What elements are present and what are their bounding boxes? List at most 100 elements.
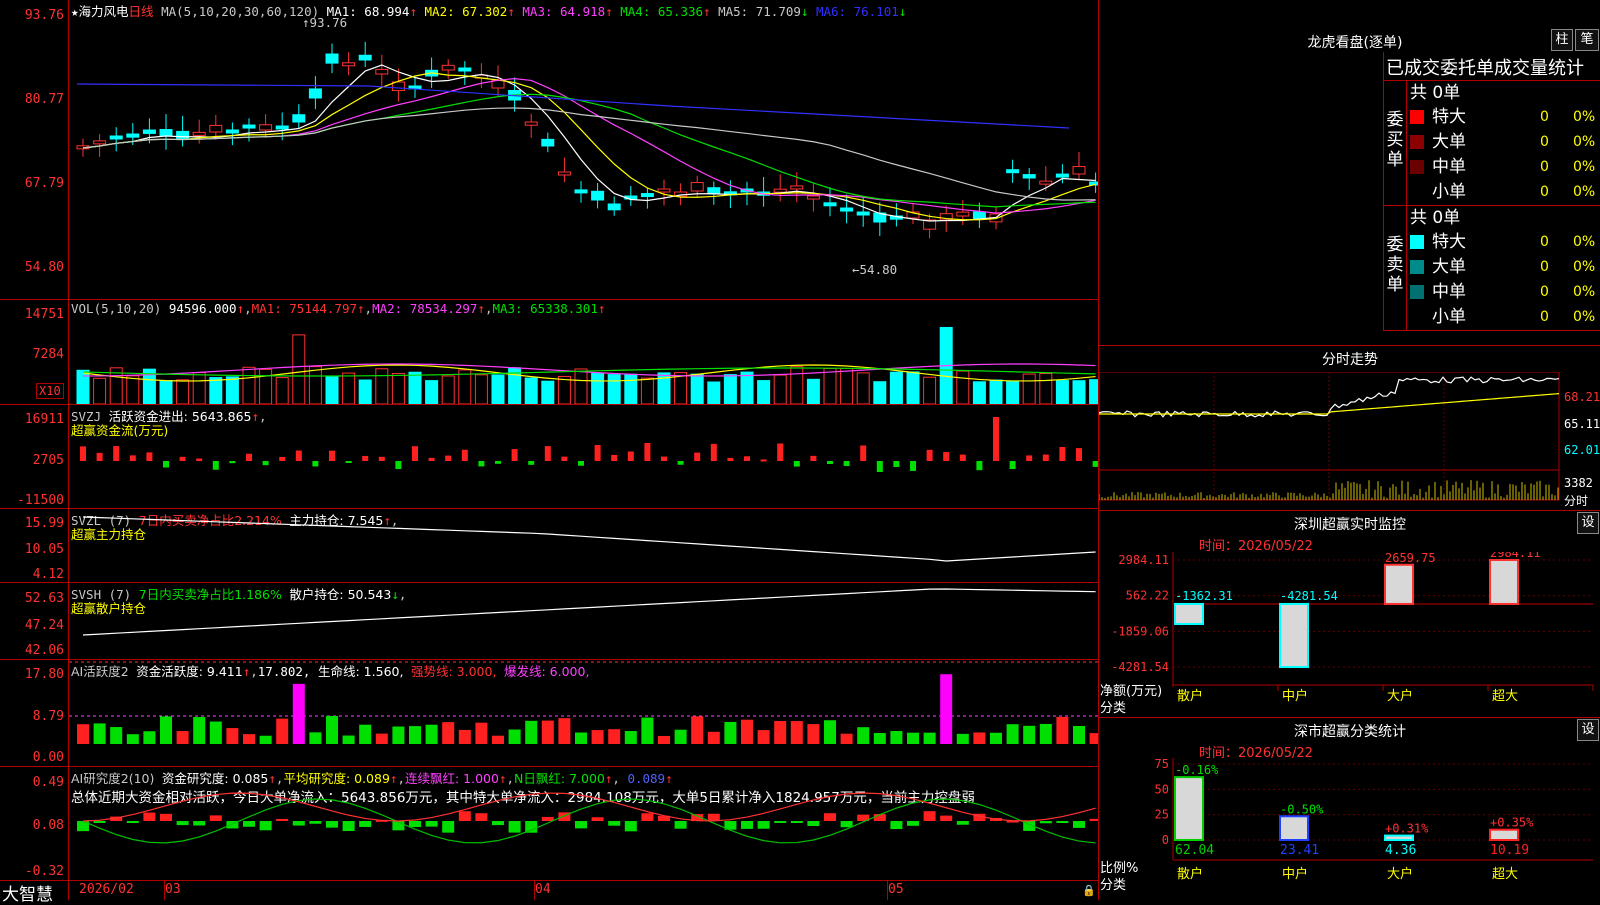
ai-active-bar (492, 735, 504, 744)
ai-research-bar (342, 821, 355, 832)
svzj-bar (710, 443, 717, 461)
monitor-y-tick: -4281.54 (1111, 660, 1169, 674)
candle-body (342, 62, 356, 67)
volume-bar (840, 367, 854, 404)
y-tick: -11500 (17, 493, 64, 508)
ma-arrow: ↑ (507, 4, 515, 19)
monitor-category-label: 大户 (1387, 688, 1413, 704)
ai-active-bar (575, 732, 587, 744)
order-row[interactable]: 大单 0 0% (1410, 130, 1600, 155)
candle-body (690, 182, 704, 192)
ma-indicator-name: MA(5,10,20,30,60,120) (161, 4, 320, 19)
ai-research-bar (1089, 818, 1098, 821)
order-row[interactable]: 大单 0 0% (1410, 255, 1600, 280)
volume-bar (541, 380, 555, 404)
svzj-bar (362, 455, 369, 461)
ai-research-bar (608, 821, 621, 826)
bar-mode-button[interactable]: 柱 (1551, 29, 1573, 51)
candlestick-chart[interactable] (69, 18, 1098, 298)
stock-name[interactable]: 海力风电 (79, 4, 129, 19)
candle-body (441, 64, 455, 71)
ai-research-bar (508, 821, 521, 833)
ai-active-bar (292, 683, 305, 744)
vol-ma-value: MA1: 75144.797 (251, 301, 357, 316)
svzj-bar (461, 449, 468, 461)
classify-change-label: -0.50% (1280, 802, 1324, 816)
ai-research-bar (292, 821, 305, 826)
svzj-bar (744, 456, 750, 461)
y-tick: 17.80 (24, 667, 64, 682)
volume-bar (690, 373, 704, 404)
order-label: 特大 (1432, 232, 1466, 252)
ai-research-bar (807, 821, 820, 826)
candle-body (707, 187, 721, 195)
classify-category-label: 散户 (1177, 866, 1203, 882)
order-count: 0 (1540, 109, 1549, 125)
volume-bar (93, 377, 107, 404)
classify-change-label: +0.35% (1490, 816, 1534, 830)
candle-body (126, 133, 140, 138)
order-row[interactable]: 特大 0 0% (1410, 230, 1600, 255)
star-icon[interactable]: ★ (71, 4, 79, 19)
ai-active-bar (973, 732, 986, 744)
candle-body (225, 129, 239, 134)
volume-bar (707, 381, 721, 404)
volume-bar (856, 372, 870, 404)
order-row[interactable]: 小单 0 0% (1410, 180, 1600, 205)
candle-body (541, 138, 555, 147)
ai-research-bar (707, 813, 720, 821)
lock-icon[interactable]: 🔒 (1082, 884, 1096, 897)
order-pct: 0% (1573, 309, 1596, 325)
order-swatch (1410, 285, 1424, 299)
order-swatch (1410, 235, 1424, 249)
monitor-settings-button[interactable]: 设 (1577, 512, 1599, 534)
ai-research-bar (824, 813, 836, 821)
ai-active-bar (326, 716, 338, 744)
order-swatch (1410, 310, 1424, 324)
period-label[interactable]: 日线 (129, 4, 154, 19)
order-row[interactable]: 中单 0 0% (1410, 280, 1600, 305)
volume-bar (176, 379, 190, 404)
ai-research-bar (160, 813, 172, 821)
intraday-title: 分时走势 (1322, 352, 1378, 368)
tick-mode-button[interactable]: 笔 (1575, 29, 1599, 51)
date-label: 05 (888, 882, 904, 897)
svzj-bar (279, 456, 286, 461)
ai-active-bar (392, 726, 405, 744)
order-pct: 0% (1573, 184, 1596, 200)
candle-body (375, 68, 389, 75)
volume-bar (773, 374, 787, 404)
ai-active-bar (873, 733, 886, 744)
volume-bar (441, 375, 455, 404)
ai-research-bar (641, 813, 654, 821)
stats-title: 已成交委托单成交量统计 (1386, 58, 1584, 79)
classify-category-label: 中户 (1282, 866, 1308, 882)
vol-unit-badge[interactable]: X10 (36, 383, 64, 399)
order-count: 0 (1540, 134, 1549, 150)
order-row[interactable]: 小单 0 0% (1410, 305, 1600, 330)
classify-settings-button[interactable]: 设 (1577, 719, 1599, 741)
svzj-bar (959, 454, 966, 461)
svzj-bar (113, 446, 120, 461)
ai-active-bar (591, 730, 604, 744)
candle-body (640, 193, 654, 198)
order-row[interactable]: 中单 0 0% (1410, 155, 1600, 180)
ai-active-bar (840, 733, 853, 744)
ai-active-bar (375, 733, 388, 744)
order-swatch (1410, 160, 1424, 174)
ai-research-bar (409, 821, 421, 828)
svzl-line (82, 516, 1096, 562)
ai-active-bar (243, 734, 255, 744)
svzj-bar (395, 461, 402, 469)
ai-research-bar (591, 817, 604, 821)
candle-body (242, 124, 256, 129)
ma-values: MA1: 68.994↑ MA2: 67.302↑ MA3: 64.918↑ M… (327, 4, 907, 19)
ai-research-bar (243, 821, 255, 827)
volume-bar (225, 376, 239, 404)
ma-value: MA5: 71.709 (718, 4, 801, 19)
intraday-chart[interactable] (1099, 372, 1600, 510)
classify-value-label: 4.36 (1385, 843, 1416, 858)
order-row[interactable]: 特大 0 0% (1410, 105, 1600, 130)
classify-y-tick: 0 (1162, 833, 1169, 847)
monitor-value-label: 2984.11 (1490, 552, 1541, 560)
